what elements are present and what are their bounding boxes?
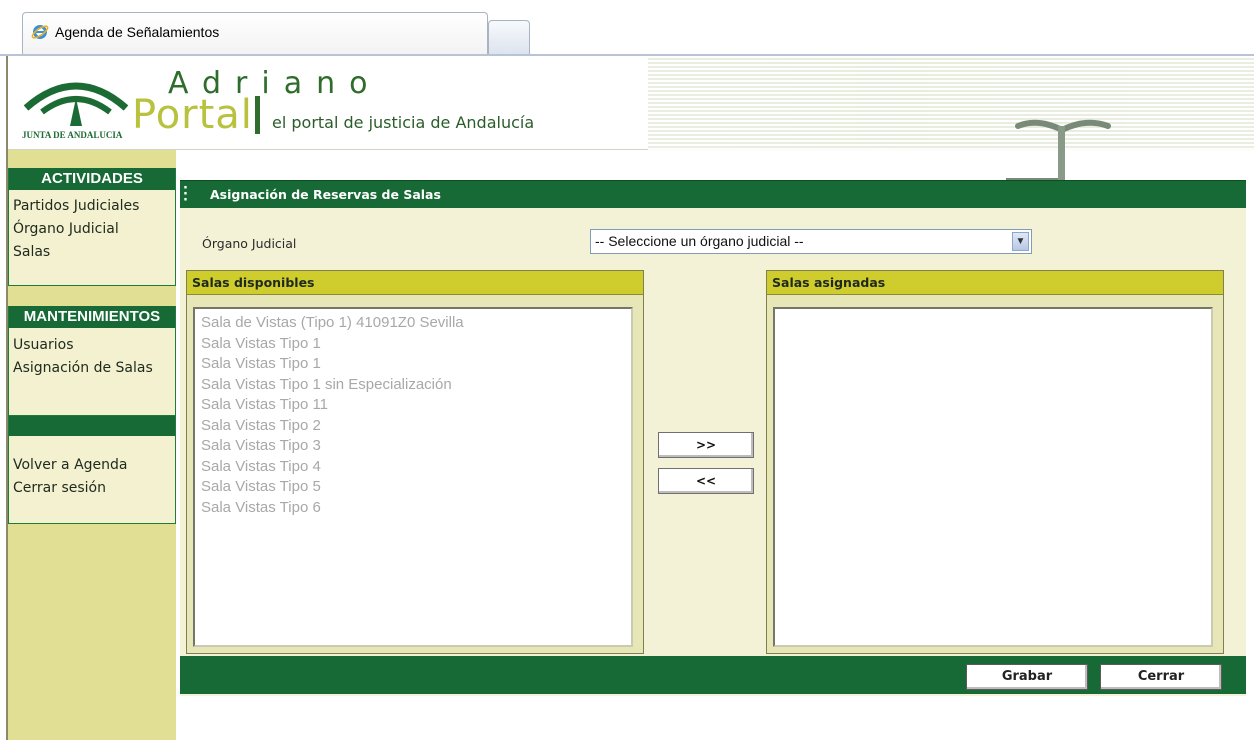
list-item[interactable]: Sala Vistas Tipo 1 <box>201 354 625 375</box>
header-decoration <box>648 58 1254 150</box>
cerrar-button[interactable]: Cerrar <box>1100 664 1222 690</box>
list-item[interactable]: Sala Vistas Tipo 1 sin Especialización <box>201 375 625 396</box>
organo-select-value: -- Seleccione un órgano judicial -- <box>595 233 804 249</box>
grabar-button[interactable]: Grabar <box>966 664 1088 690</box>
organo-judicial-select[interactable]: -- Seleccione un órgano judicial -- ▼ <box>590 229 1032 254</box>
page-title: Asignación de Reservas de Salas <box>210 187 441 202</box>
add-sala-button[interactable]: >> <box>658 432 754 458</box>
sidebar-section-actividades: ACTIVIDADES Partidos Judiciales Órgano J… <box>8 168 176 286</box>
sidebar-section-session: Volver a Agenda Cerrar sesión <box>8 416 176 524</box>
browser-tab-title: Agenda de Señalamientos <box>55 24 220 40</box>
portal-word: Portal <box>132 92 253 138</box>
list-item[interactable]: Sala Vistas Tipo 3 <box>201 436 625 457</box>
salas-disponibles-panel: Salas disponibles Sala de Vistas (Tipo 1… <box>186 270 644 654</box>
salas-disponibles-heading: Salas disponibles <box>187 271 643 295</box>
section-titlebar: · · · Asignación de Reservas de Salas <box>180 180 1246 208</box>
browser-new-tab-button[interactable] <box>488 20 530 54</box>
list-item[interactable]: Sala de Vistas (Tipo 1) 41091Z0 Sevilla <box>201 313 625 334</box>
sidebar-item-organo-judicial[interactable]: Órgano Judicial <box>9 218 175 241</box>
remove-sala-button[interactable]: << <box>658 468 754 494</box>
sidebar-item-usuarios[interactable]: Usuarios <box>9 334 175 357</box>
list-item[interactable]: Sala Vistas Tipo 6 <box>201 498 625 519</box>
sidebar-section-mantenimientos: MANTENIMIENTOS Usuarios Asignación de Sa… <box>8 306 176 416</box>
sidebar-item-salas[interactable]: Salas <box>9 241 175 264</box>
sidebar-item-partidos-judiciales[interactable]: Partidos Judiciales <box>9 195 175 218</box>
action-footer: Grabar Cerrar <box>180 656 1246 694</box>
header-tagline: el portal de justicia de Andalucía <box>272 113 535 132</box>
sidebar: ACTIVIDADES Partidos Judiciales Órgano J… <box>8 150 176 740</box>
junta-andalucia-logo: JUNTA DE ANDALUCIA <box>20 68 132 148</box>
list-item[interactable]: Sala Vistas Tipo 11 <box>201 395 625 416</box>
salas-asignadas-listbox[interactable] <box>773 307 1213 647</box>
sidebar-item-asignacion-salas[interactable]: Asignación de Salas <box>9 357 175 380</box>
browser-tabstrip: Agenda de Señalamientos <box>0 0 1254 56</box>
chevron-down-icon[interactable]: ▼ <box>1012 232 1029 251</box>
salas-asignadas-heading: Salas asignadas <box>767 271 1223 295</box>
internet-explorer-icon <box>31 25 49 39</box>
main-content: · · · Asignación de Reservas de Salas Órga… <box>180 180 1246 696</box>
sidebar-item-volver-agenda[interactable]: Volver a Agenda <box>9 454 175 477</box>
sidebar-heading-actividades: ACTIVIDADES <box>9 168 175 190</box>
sidebar-heading-mantenimientos: MANTENIMIENTOS <box>9 306 175 328</box>
junta-emblem-icon <box>23 82 129 126</box>
list-item[interactable]: Sala Vistas Tipo 5 <box>201 477 625 498</box>
organo-judicial-label: Órgano Judicial <box>202 236 297 251</box>
app-portal-word: Portal <box>132 92 260 138</box>
grip-dots-icon: · · · <box>183 181 188 208</box>
sidebar-item-cerrar-sesion[interactable]: Cerrar sesión <box>9 477 175 500</box>
browser-tab-active[interactable]: Agenda de Señalamientos <box>22 12 488 54</box>
list-item[interactable]: Sala Vistas Tipo 1 <box>201 334 625 355</box>
list-item[interactable]: Sala Vistas Tipo 4 <box>201 457 625 478</box>
logo-caption: JUNTA DE ANDALUCIA <box>22 130 123 140</box>
salas-disponibles-listbox[interactable]: Sala de Vistas (Tipo 1) 41091Z0 Sevilla … <box>193 307 633 647</box>
list-item[interactable]: Sala Vistas Tipo 2 <box>201 416 625 437</box>
salas-asignadas-panel: Salas asignadas <box>766 270 1224 654</box>
sidebar-heading-session <box>9 416 175 436</box>
portal-bracket-decoration <box>254 96 260 134</box>
